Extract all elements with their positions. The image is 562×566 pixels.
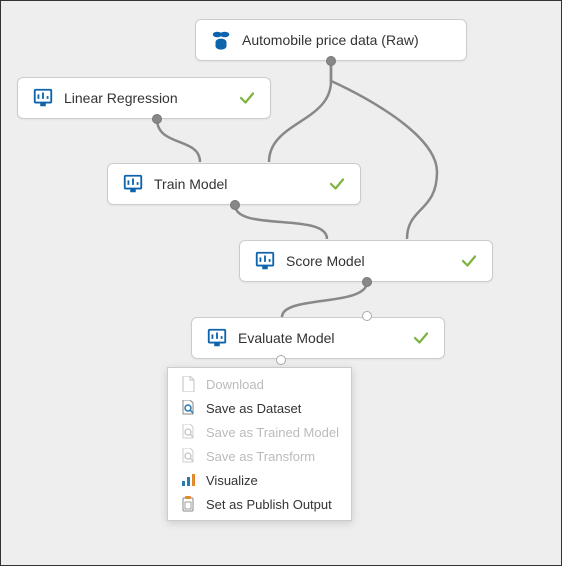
menu-item-publish-output[interactable]: Set as Publish Output bbox=[168, 492, 351, 516]
node-evaluate-model[interactable]: Evaluate Model bbox=[191, 317, 445, 359]
output-port[interactable] bbox=[230, 200, 240, 210]
document-search-icon bbox=[180, 448, 196, 464]
bar-chart-icon bbox=[180, 472, 196, 488]
module-icon bbox=[206, 327, 228, 349]
node-label: Score Model bbox=[286, 253, 365, 269]
output-port[interactable] bbox=[326, 56, 336, 66]
context-menu: Download Save as Dataset Save as Trained… bbox=[167, 367, 352, 521]
status-check-icon bbox=[328, 175, 346, 193]
module-icon bbox=[122, 173, 144, 195]
output-port[interactable] bbox=[362, 277, 372, 287]
menu-item-save-trained: Save as Trained Model bbox=[168, 420, 351, 444]
output-port[interactable] bbox=[152, 114, 162, 124]
document-search-icon bbox=[180, 424, 196, 440]
menu-item-label: Save as Transform bbox=[206, 449, 315, 464]
menu-item-save-transform: Save as Transform bbox=[168, 444, 351, 468]
node-label: Evaluate Model bbox=[238, 330, 335, 346]
module-icon bbox=[32, 87, 54, 109]
input-port[interactable] bbox=[362, 311, 372, 321]
database-icon bbox=[210, 29, 232, 51]
menu-item-download: Download bbox=[168, 372, 351, 396]
clipboard-icon bbox=[180, 496, 196, 512]
node-label: Train Model bbox=[154, 176, 227, 192]
document-search-icon bbox=[180, 400, 196, 416]
canvas-frame: Automobile price data (Raw) Linear Regre… bbox=[0, 0, 562, 566]
node-linear-regression[interactable]: Linear Regression bbox=[17, 77, 271, 119]
node-score-model[interactable]: Score Model bbox=[239, 240, 493, 282]
status-check-icon bbox=[412, 329, 430, 347]
menu-item-save-dataset[interactable]: Save as Dataset bbox=[168, 396, 351, 420]
node-dataset[interactable]: Automobile price data (Raw) bbox=[195, 19, 467, 61]
menu-item-label: Set as Publish Output bbox=[206, 497, 332, 512]
menu-item-visualize[interactable]: Visualize bbox=[168, 468, 351, 492]
status-check-icon bbox=[460, 252, 478, 270]
menu-item-label: Download bbox=[206, 377, 264, 392]
menu-item-label: Save as Dataset bbox=[206, 401, 301, 416]
menu-item-label: Visualize bbox=[206, 473, 258, 488]
module-icon bbox=[254, 250, 276, 272]
node-label: Linear Regression bbox=[64, 90, 178, 106]
status-check-icon bbox=[238, 89, 256, 107]
output-port-selected[interactable] bbox=[276, 355, 286, 365]
menu-item-label: Save as Trained Model bbox=[206, 425, 339, 440]
node-label: Automobile price data (Raw) bbox=[242, 32, 419, 48]
node-train-model[interactable]: Train Model bbox=[107, 163, 361, 205]
document-icon bbox=[180, 376, 196, 392]
workflow-canvas[interactable]: Automobile price data (Raw) Linear Regre… bbox=[7, 7, 555, 559]
